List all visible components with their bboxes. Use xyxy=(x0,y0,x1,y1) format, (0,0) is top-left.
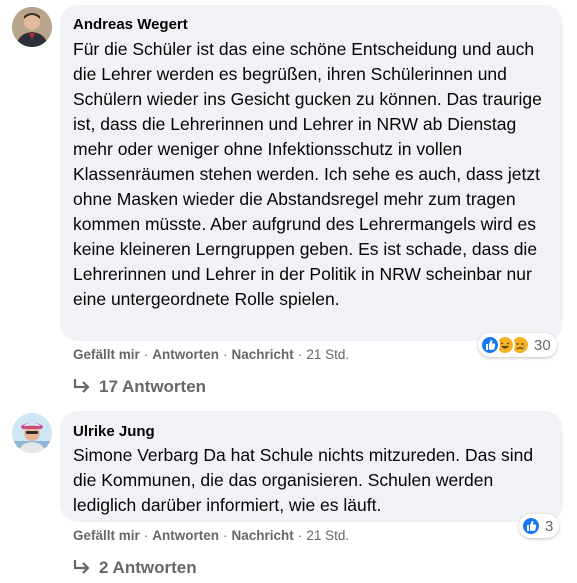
like-button[interactable]: Gefällt mir xyxy=(73,347,140,362)
reply-arrow-icon xyxy=(73,560,90,574)
reactions-summary-1[interactable]: 30 xyxy=(478,333,557,357)
replies-label: 2 Antworten xyxy=(99,558,197,577)
reply-button[interactable]: Antworten xyxy=(152,347,219,362)
profile-photo-icon xyxy=(12,7,52,47)
timestamp[interactable]: 21 Std. xyxy=(306,528,349,543)
reply-arrow-icon xyxy=(73,379,90,393)
reactions-summary-2[interactable]: 3 xyxy=(519,514,560,538)
like-icon xyxy=(521,516,541,536)
replies-label: 17 Antworten xyxy=(99,377,207,396)
avatar-ulrike-jung[interactable] xyxy=(12,413,52,453)
comment-bubble-1: Andreas Wegert Für die Schüler ist das e… xyxy=(60,5,563,341)
timestamp[interactable]: 21 Std. xyxy=(306,347,349,362)
profile-photo-icon xyxy=(12,413,52,453)
comment-bubble-2: Ulrike Jung Simone Verbarg Da hat Schule… xyxy=(60,411,563,522)
avatar-andreas-wegert[interactable] xyxy=(12,7,52,47)
comment-text: Für die Schüler ist das eine schöne Ents… xyxy=(73,39,542,309)
comment-author[interactable]: Andreas Wegert xyxy=(73,15,549,35)
comment-actions-1: Gefällt mir · Antworten · Nachricht · 21 Std. xyxy=(73,347,350,362)
reply-button[interactable]: Antworten xyxy=(152,528,219,543)
view-replies-button-2[interactable]: 2 Antworten xyxy=(73,557,197,579)
comment-actions-2: Gefällt mir · Antworten · Nachricht · 21 Std. xyxy=(73,528,350,543)
message-button[interactable]: Nachricht xyxy=(232,528,294,543)
comment-text: Simone Verbarg Da hat Schule nichts mitz… xyxy=(73,445,534,515)
reaction-count: 3 xyxy=(545,517,554,535)
like-icon xyxy=(480,335,500,355)
like-button[interactable]: Gefällt mir xyxy=(73,528,140,543)
reaction-count: 30 xyxy=(534,336,551,354)
view-replies-button-1[interactable]: 17 Antworten xyxy=(73,376,206,398)
message-button[interactable]: Nachricht xyxy=(232,347,294,362)
comment-author[interactable]: Ulrike Jung xyxy=(73,422,549,442)
